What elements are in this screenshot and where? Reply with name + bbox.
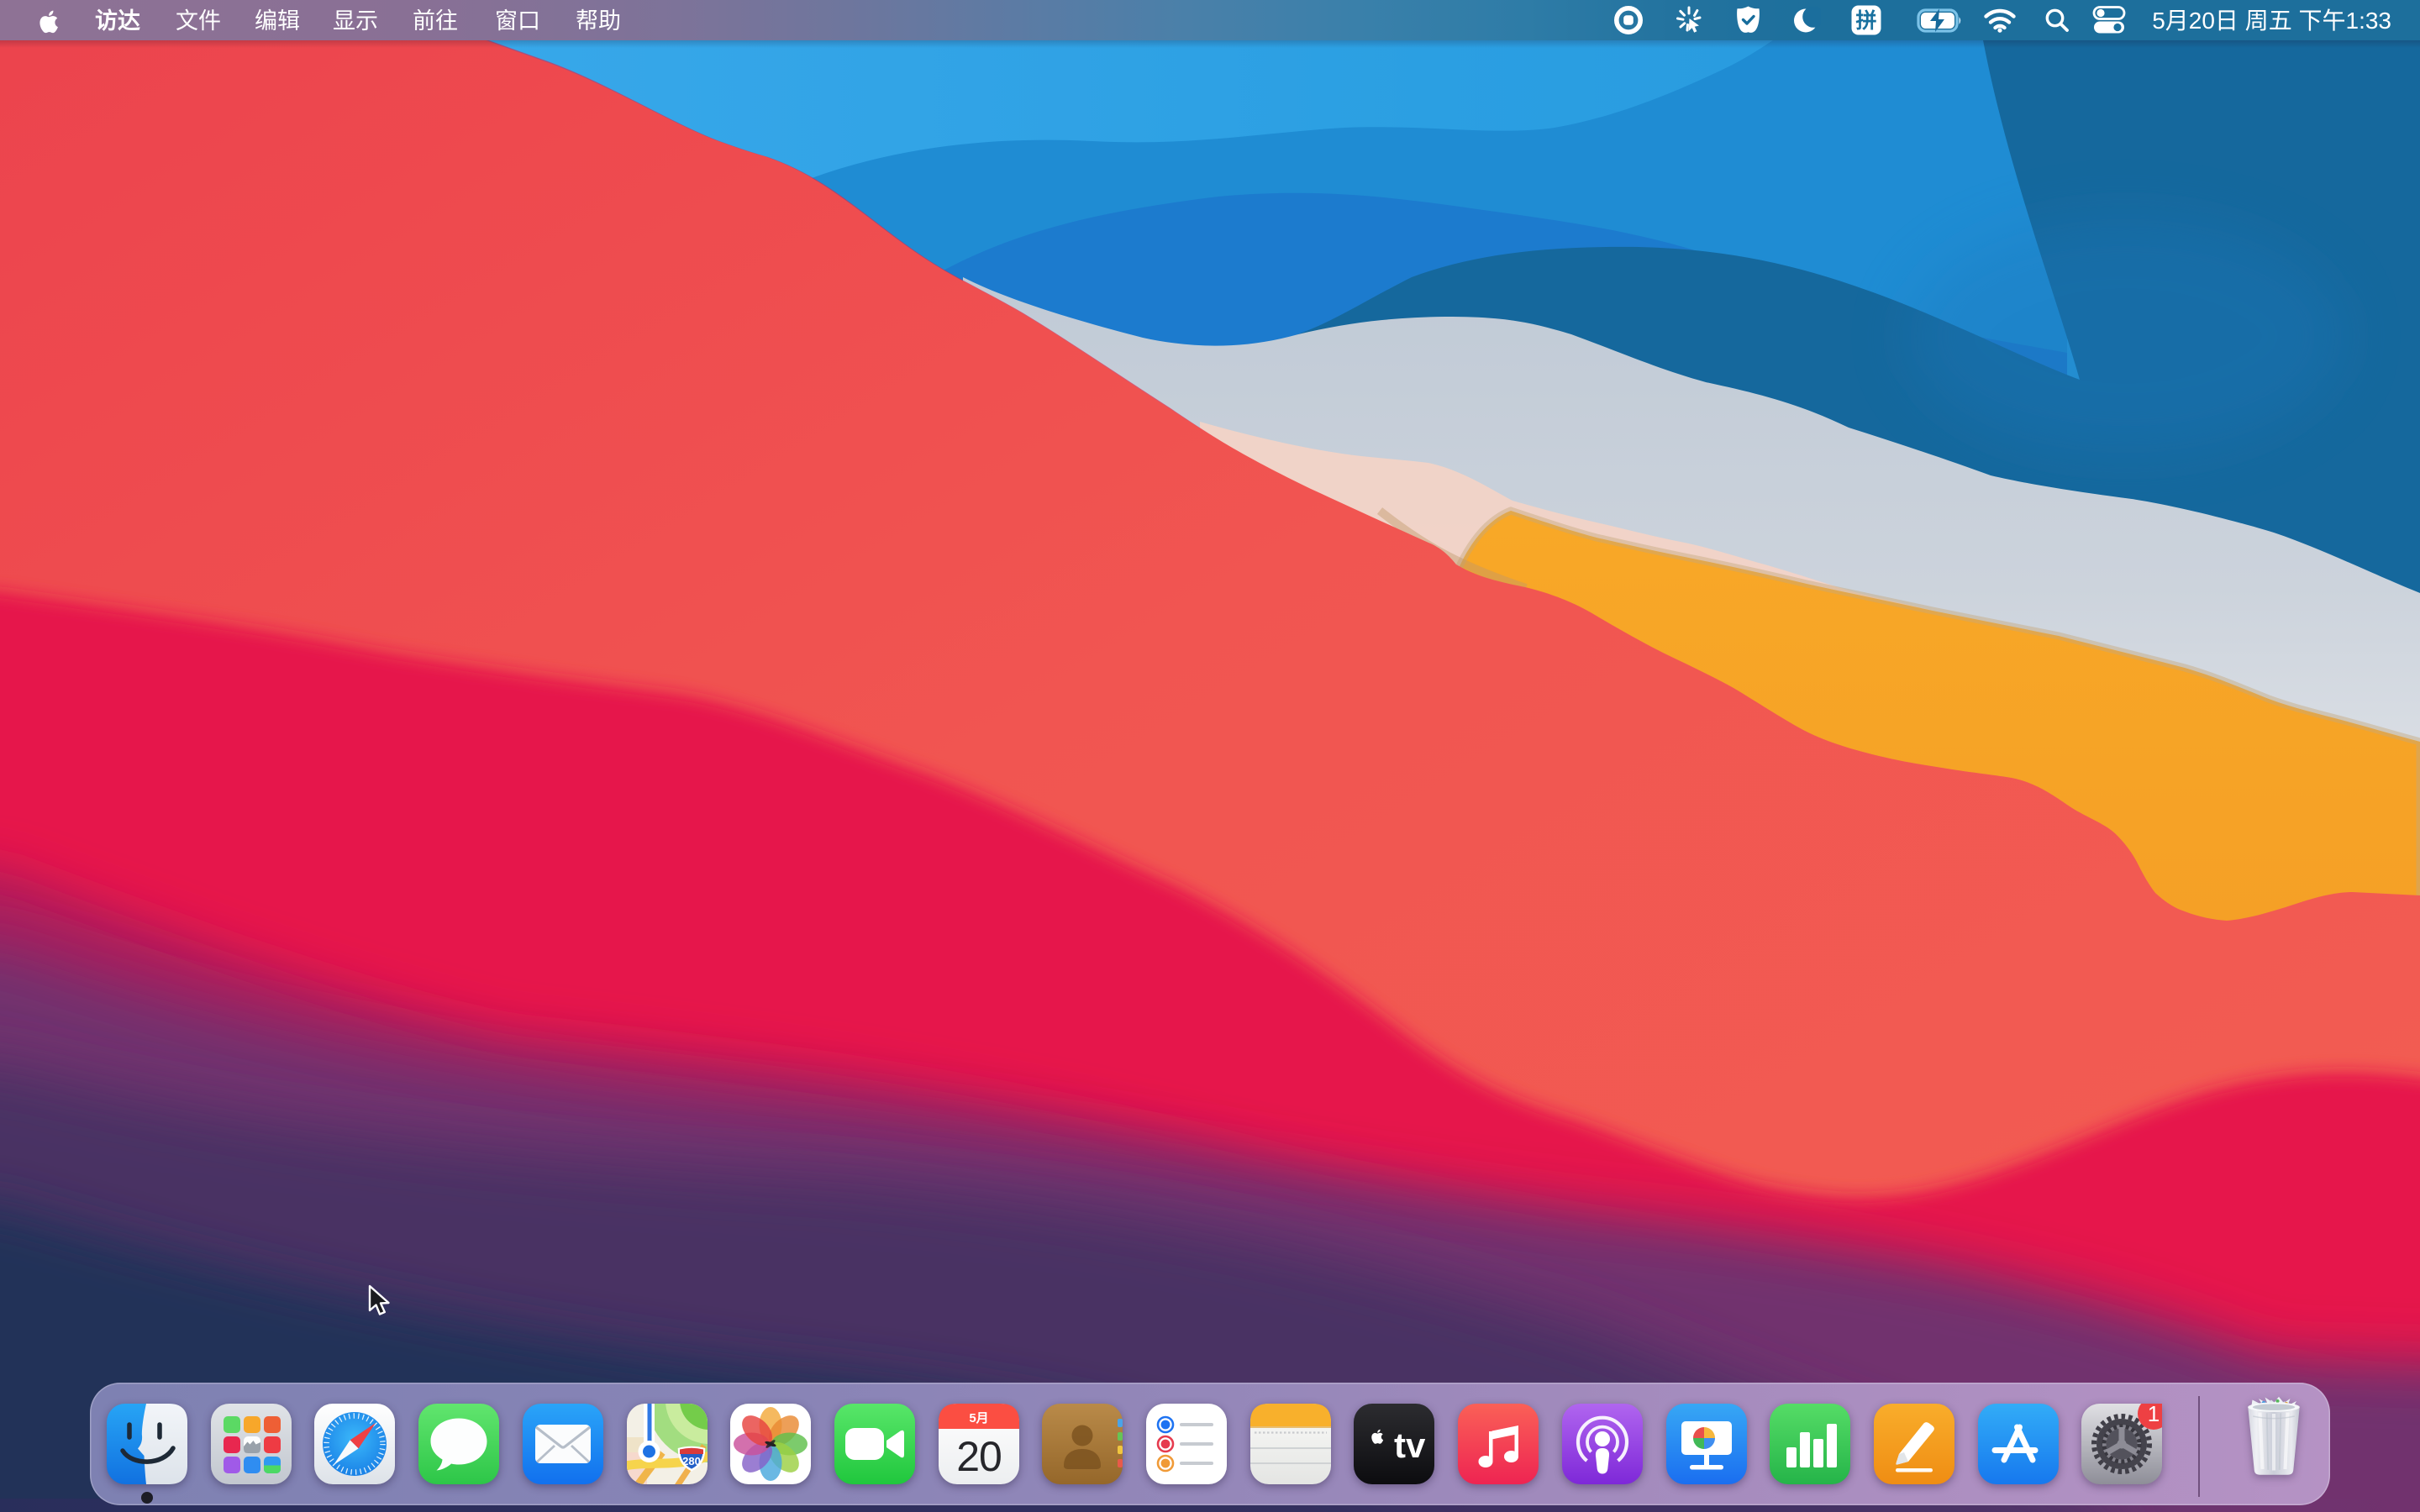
svg-text:1: 1 bbox=[2148, 1404, 2160, 1426]
svg-text:tv: tv bbox=[1394, 1425, 1426, 1465]
svg-text:5月: 5月 bbox=[969, 1411, 988, 1425]
svg-text:拼: 拼 bbox=[1855, 9, 1876, 33]
svg-text:20: 20 bbox=[956, 1433, 1002, 1480]
svg-text:280: 280 bbox=[682, 1455, 701, 1467]
